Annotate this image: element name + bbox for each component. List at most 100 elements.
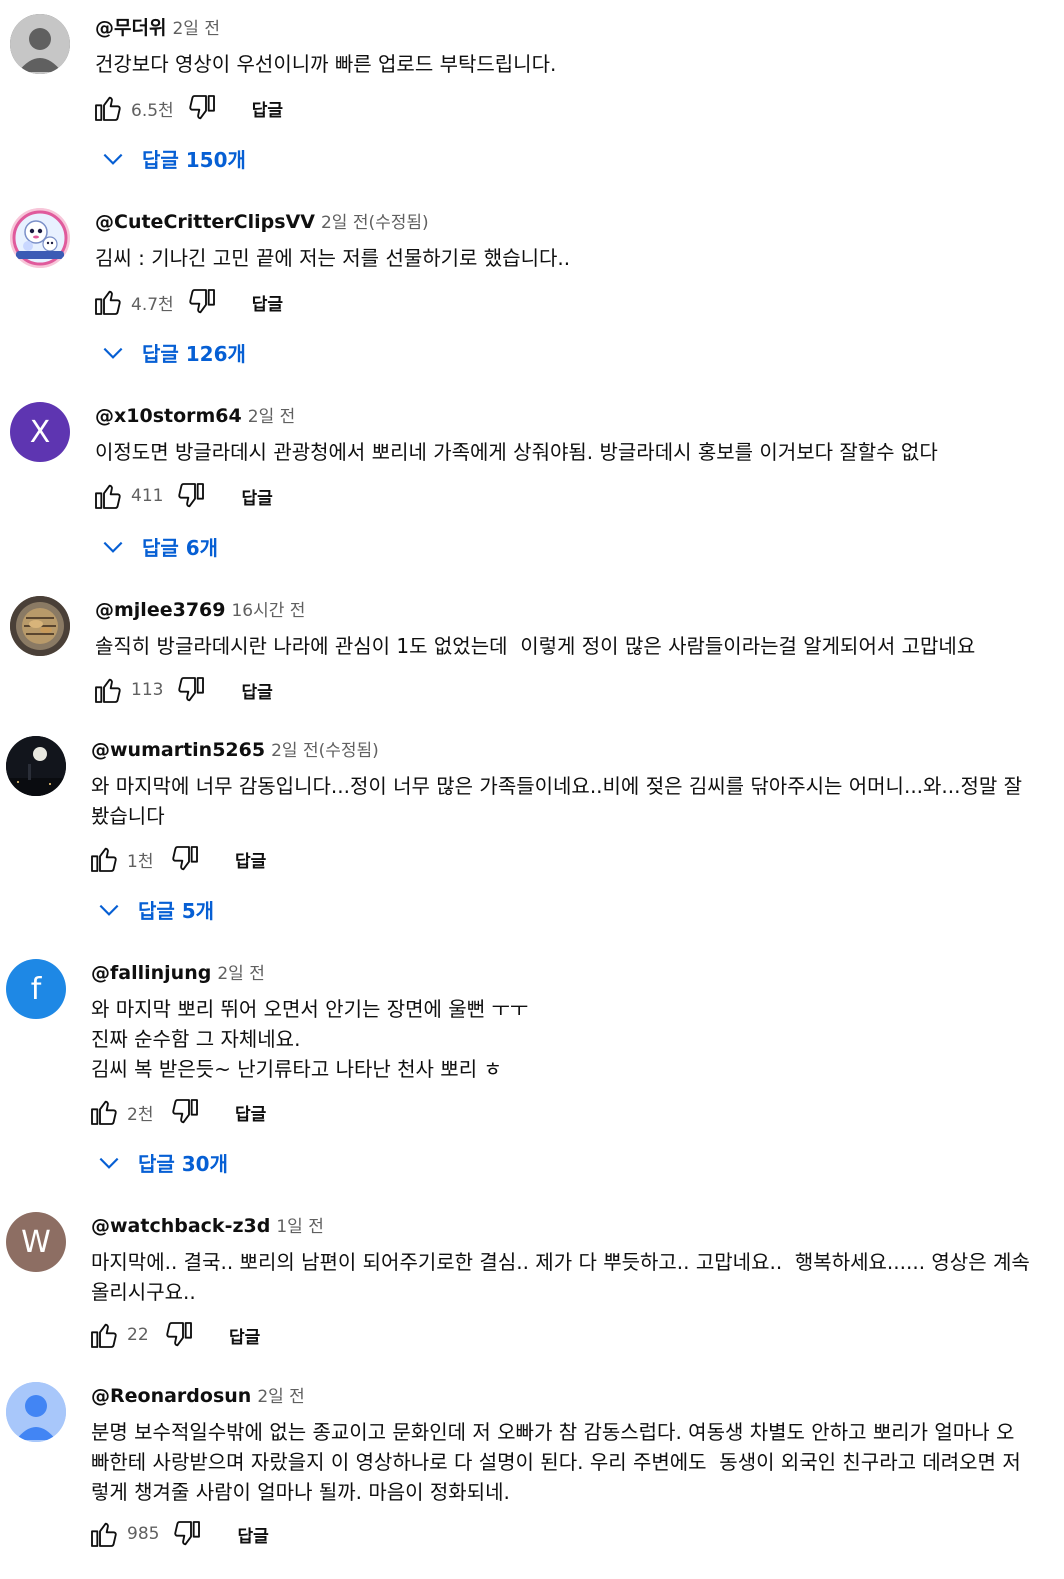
comment-text-line: 김씨 : 기나긴 고민 끝에 저는 저를 선물하기로 했습니다.. — [95, 246, 571, 270]
comment-text-line: 빠한테 사랑받으며 자랐을지 이 영상하나로 다 설명이 된다. 우리 주변에도… — [91, 1450, 1021, 1474]
replies-count-label: 답글 150개 — [142, 148, 246, 172]
thumbs-down-icon[interactable] — [186, 286, 218, 318]
thumbs-down-icon[interactable] — [175, 674, 207, 706]
author-handle[interactable]: @watchback-z3d — [91, 1215, 270, 1237]
author-handle[interactable]: @fallinjung — [91, 962, 211, 984]
comment-text: 건강보다 영상이 우선이니까 빠른 업로드 부탁드립니다. — [95, 49, 1044, 79]
thumbs-down-icon[interactable] — [163, 1319, 195, 1351]
thumbs-up-icon[interactable] — [88, 1096, 120, 1128]
avatar[interactable]: W — [6, 1212, 66, 1272]
reply-button[interactable]: 답글 — [237, 1522, 268, 1547]
avatar[interactable] — [10, 208, 70, 268]
thumbs-up-icon[interactable] — [88, 843, 120, 875]
avatar[interactable] — [10, 14, 70, 74]
author-handle[interactable]: @무더위 — [95, 17, 166, 39]
reply-button[interactable]: 답글 — [241, 678, 272, 703]
comment-actions: 985 답글 — [88, 1514, 269, 1554]
replies-count-label: 답글 126개 — [142, 342, 246, 366]
view-replies-button[interactable]: 답글 6개 — [100, 532, 218, 561]
author-handle[interactable]: @wumartin5265 — [91, 739, 265, 761]
thumbs-up-icon[interactable] — [92, 92, 124, 124]
comment-text-line: 진짜 순수함 그 자체네요. — [91, 1027, 301, 1051]
comment-header: @wumartin5265 2일 전(수정됨) — [91, 737, 1044, 764]
comment-text: 김씨 : 기나긴 고민 끝에 저는 저를 선물하기로 했습니다.. — [95, 243, 1044, 273]
like-count: 411 — [131, 486, 164, 506]
view-replies-button[interactable]: 답글 150개 — [100, 144, 246, 173]
thumbs-down-icon[interactable] — [175, 480, 207, 512]
reply-button[interactable]: 답글 — [252, 96, 283, 121]
timestamp[interactable]: 2일 전 — [217, 964, 265, 984]
comment-actions: 6.5천 답글 — [92, 88, 283, 128]
comment-text: 와 마지막에 너무 감동입니다...정이 너무 많은 가족들이네요..비에 젖은… — [91, 771, 1044, 831]
comment-header: @fallinjung 2일 전 — [91, 960, 1044, 987]
avatar-letter: f — [30, 971, 42, 1007]
comment-actions: 113 답글 — [92, 670, 273, 710]
author-handle[interactable]: @mjlee3769 — [95, 599, 225, 621]
avatar[interactable] — [6, 736, 66, 796]
replies-count-label: 답글 30개 — [138, 1152, 228, 1176]
like-count: 6.5천 — [131, 100, 174, 121]
reply-button[interactable]: 답글 — [229, 1323, 260, 1348]
like-count: 985 — [127, 1524, 160, 1544]
avatar[interactable] — [6, 1382, 66, 1442]
thumbs-up-icon[interactable] — [92, 480, 124, 512]
comment-body: @무더위 2일 전 건강보다 영상이 우선이니까 빠른 업로드 부탁드립니다. — [95, 15, 1044, 79]
replies-count-label: 답글 6개 — [142, 536, 219, 560]
replies-count-label: 답글 5개 — [138, 899, 215, 923]
chevron-down-icon — [99, 1157, 119, 1169]
comment-body: @CuteCritterClipsVV 2일 전(수정됨) 김씨 : 기나긴 고민… — [95, 209, 1044, 273]
comment-text-line: 솔직히 방글라데시란 나라에 관심이 1도 없었는데 이렇게 정이 많은 사람들… — [95, 634, 976, 658]
night-sky-photo-icon — [6, 736, 66, 796]
comment-body: @Reonardosun 2일 전 분명 보수적일수밖에 없는 종교이고 문화인데… — [91, 1383, 1044, 1507]
default-person-icon — [10, 14, 70, 74]
comment-header: @Reonardosun 2일 전 — [91, 1383, 1044, 1410]
timestamp[interactable]: 2일 전 — [257, 1387, 305, 1407]
comment-text: 분명 보수적일수밖에 없는 종교이고 문화인데 저 오빠가 참 감동스럽다. 여… — [91, 1417, 1044, 1507]
reply-button[interactable]: 답글 — [252, 290, 283, 315]
thumbs-down-icon[interactable] — [171, 1518, 203, 1550]
thumbs-up-icon[interactable] — [88, 1518, 120, 1550]
like-count: 113 — [131, 680, 164, 700]
timestamp[interactable]: 2일 전(수정됨) — [271, 741, 379, 761]
timestamp[interactable]: 16시간 전 — [231, 601, 305, 621]
thumbs-up-icon[interactable] — [92, 674, 124, 706]
comment-header: @mjlee3769 16시간 전 — [95, 597, 1044, 624]
author-handle[interactable]: @CuteCritterClipsVV — [95, 211, 315, 233]
reply-button[interactable]: 답글 — [241, 484, 272, 509]
comment-text-line: 마지막에.. 결국.. 뽀리의 남편이 되어주기로한 결심.. 제가 다 뿌듯하… — [91, 1250, 1030, 1274]
reply-button[interactable]: 답글 — [235, 847, 266, 872]
like-count: 1천 — [127, 851, 154, 872]
avatar[interactable] — [10, 596, 70, 656]
timestamp[interactable]: 2일 전 — [248, 407, 296, 427]
timestamp[interactable]: 2일 전 — [172, 19, 220, 39]
view-replies-button[interactable]: 답글 5개 — [96, 895, 214, 924]
thumbs-up-icon[interactable] — [92, 286, 124, 318]
comment-text: 마지막에.. 결국.. 뽀리의 남편이 되어주기로한 결심.. 제가 다 뿌듯하… — [91, 1247, 1044, 1307]
timestamp[interactable]: 2일 전(수정됨) — [321, 213, 429, 233]
view-replies-button[interactable]: 답글 126개 — [100, 338, 246, 367]
author-handle[interactable]: @Reonardosun — [91, 1385, 251, 1407]
comment-body: @wumartin5265 2일 전(수정됨) 와 마지막에 너무 감동입니다..… — [91, 737, 1044, 831]
thumbs-down-icon[interactable] — [186, 92, 218, 124]
like-count: 4.7천 — [131, 294, 174, 315]
view-replies-button[interactable]: 답글 30개 — [96, 1148, 228, 1177]
avatar[interactable]: f — [6, 959, 66, 1019]
comment-text-line: 렇게 챙겨줄 사람이 얼마나 될까. 마음이 정화되네. — [91, 1480, 510, 1504]
comment-header: @무더위 2일 전 — [95, 15, 1044, 42]
comment-text-line: 와 마지막 뽀리 뛰어 오면서 안기는 장면에 울뻔 ㅜㅜ — [91, 997, 529, 1021]
thumbs-down-icon[interactable] — [169, 1096, 201, 1128]
timestamp[interactable]: 1일 전 — [276, 1217, 324, 1237]
comment-actions: 2천 답글 — [88, 1092, 266, 1132]
comment-body: @fallinjung 2일 전 와 마지막 뽀리 뛰어 오면서 안기는 장면에 … — [91, 960, 1044, 1084]
avatar[interactable]: X — [10, 402, 70, 462]
author-handle[interactable]: @x10storm64 — [95, 405, 242, 427]
reply-button[interactable]: 답글 — [235, 1100, 266, 1125]
avatar-letter: W — [21, 1224, 51, 1260]
grill-photo-icon — [10, 596, 70, 656]
like-count: 2천 — [127, 1104, 154, 1125]
critter-logo-icon — [10, 208, 70, 268]
thumbs-down-icon[interactable] — [169, 843, 201, 875]
thumbs-up-icon[interactable] — [88, 1319, 120, 1351]
comment-actions: 22 답글 — [88, 1315, 260, 1355]
comment-text: 이정도면 방글라데시 관광청에서 뽀리네 가족에게 상줘야됨. 방글라데시 홍보… — [95, 437, 1044, 467]
